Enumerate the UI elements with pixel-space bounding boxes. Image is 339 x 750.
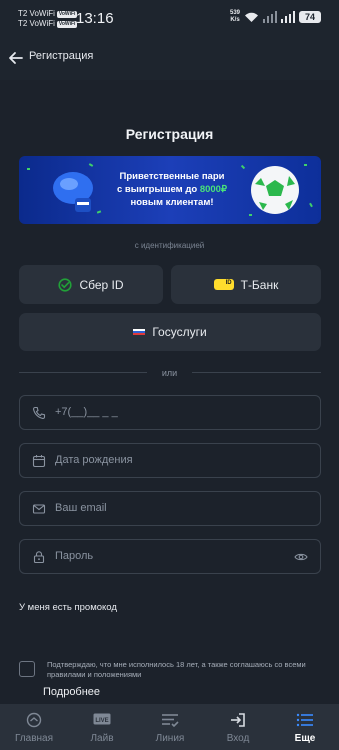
bottom-tab-bar: Главная LIVE Лайв Линия Вход Еще <box>0 704 339 750</box>
volte-badge: VoWiFi <box>56 10 78 18</box>
more-link[interactable]: Подробнее <box>43 686 100 698</box>
back-arrow-icon[interactable] <box>6 48 26 68</box>
wifi-icon <box>245 12 258 22</box>
page-title: Регистрация <box>125 126 214 142</box>
promo-banner[interactable]: Приветственные пари с выигрышем до 8000₽… <box>19 156 321 224</box>
banner-line-2: с выигрышем до 8000₽ <box>107 183 237 196</box>
banner-bonus-amount: 8000₽ <box>199 184 227 195</box>
tab-more-label: Еще <box>294 733 316 744</box>
header-title: Регистрация <box>29 50 94 62</box>
tab-line-label: Линия <box>155 733 185 744</box>
tab-live[interactable]: LIVE Лайв <box>68 704 136 750</box>
login-icon <box>231 713 245 727</box>
soccer-ball-icon <box>251 166 299 214</box>
tbank-logo-icon: ID <box>213 279 234 290</box>
calendar-icon <box>32 455 46 468</box>
sber-id-button[interactable]: Сбер ID <box>19 265 163 304</box>
birthdate-field[interactable]: Дата рождения <box>19 443 321 478</box>
tab-live-label: Лайв <box>90 733 114 744</box>
password-field[interactable]: Пароль <box>19 539 321 574</box>
signal-icon <box>263 11 277 23</box>
network-speed: 539 K/s <box>230 10 240 24</box>
birthdate-placeholder: Дата рождения <box>55 454 133 466</box>
gosuslugi-button[interactable]: Госуслуги <box>19 313 321 351</box>
carrier-line-2: T2 VoWiFi <box>18 19 55 28</box>
lock-icon <box>33 551 45 564</box>
phone-field[interactable]: +7(__)__ _ _ <box>19 395 321 430</box>
menu-icon <box>296 713 313 727</box>
status-icons: 539 K/s 74 <box>230 10 321 24</box>
svg-text:LIVE: LIVE <box>95 718 108 724</box>
consent-checkbox[interactable] <box>19 661 35 677</box>
tab-login-label: Вход <box>226 733 250 744</box>
banner-line-2-prefix: с выигрышем до <box>117 184 200 195</box>
banner-line-1: Приветственные пари <box>119 171 225 182</box>
line-list-icon <box>162 714 179 728</box>
home-icon <box>26 712 42 728</box>
phone-placeholder: +7(__)__ _ _ <box>55 406 118 418</box>
carrier-line-1: T2 VoWiFi <box>18 9 55 18</box>
or-separator: или <box>161 368 178 378</box>
signal-icon <box>281 11 295 23</box>
tab-line[interactable]: Линия <box>136 704 204 750</box>
tab-more[interactable]: Еще <box>271 704 339 750</box>
identification-caption: с идентификацией <box>134 241 205 250</box>
email-field[interactable]: Ваш email <box>19 491 321 526</box>
consent-text: Подтверждаю, что мне исполнилось 18 лет,… <box>47 660 306 679</box>
tab-login[interactable]: Вход <box>204 704 272 750</box>
banner-line-3: новым клиентам! <box>130 197 214 208</box>
tbank-badge-text: ID <box>225 280 232 286</box>
password-placeholder: Пароль <box>55 550 94 562</box>
app-header: Регистрация <box>0 36 339 80</box>
gosuslugi-label: Госуслуги <box>152 325 207 339</box>
tab-home-label: Главная <box>14 733 54 744</box>
tbank-label: Т-Банк <box>240 277 279 292</box>
status-bar: T2 VoWiFi VoWiFi T2 VoWiFi VoWiFi 13:16 53… <box>0 0 339 36</box>
battery-icon: 74 <box>299 11 321 23</box>
gosuslugi-logo-icon <box>133 329 146 335</box>
carrier-info: T2 VoWiFi VoWiFi T2 VoWiFi VoWiFi <box>18 9 78 29</box>
tab-home[interactable]: Главная <box>0 704 68 750</box>
email-placeholder: Ваш email <box>55 502 107 514</box>
volte-badge: VoWiFi <box>56 20 78 28</box>
divider-right <box>192 372 321 373</box>
speed-unit: K/s <box>230 17 240 23</box>
tbank-button[interactable]: ID Т-Банк <box>171 265 321 304</box>
sber-logo-icon <box>58 277 73 292</box>
boxing-glove-icon <box>53 172 93 212</box>
mail-icon <box>32 504 46 514</box>
sber-id-label: Сбер ID <box>79 277 124 292</box>
live-icon: LIVE <box>93 713 111 725</box>
phone-icon <box>33 406 46 419</box>
speed-value: 539 <box>229 10 240 16</box>
eye-icon[interactable] <box>294 550 308 564</box>
clock: 13:16 <box>76 10 114 27</box>
promo-code-toggle[interactable]: У меня есть промокод <box>19 602 117 613</box>
banner-text: Приветственные пари с выигрышем до 8000₽… <box>107 170 237 209</box>
